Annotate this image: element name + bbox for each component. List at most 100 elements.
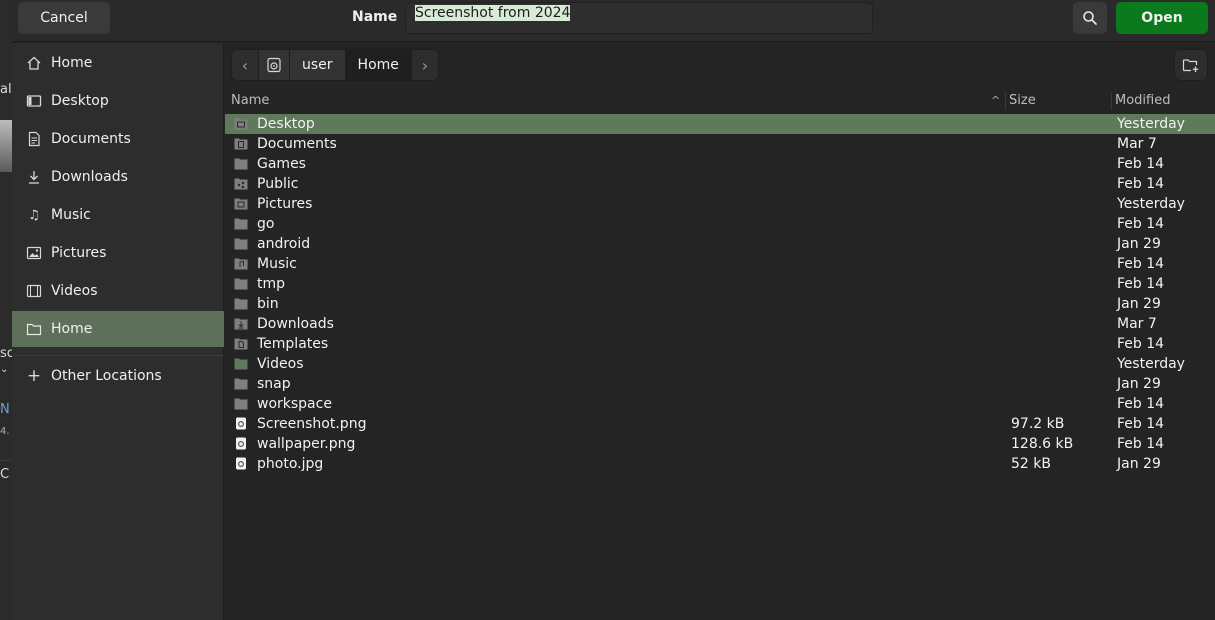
file-size: 128.6 kB xyxy=(1011,436,1074,452)
file-row[interactable]: Games Feb 14 xyxy=(225,154,1215,174)
search-icon xyxy=(1083,11,1097,25)
folder-icon xyxy=(234,238,248,250)
search-button[interactable] xyxy=(1073,2,1107,34)
file-name: Templates xyxy=(257,336,329,352)
sidebar-item-downloads[interactable]: Downloads xyxy=(12,159,224,195)
background-image xyxy=(0,120,12,172)
sidebar-item-label: Downloads xyxy=(51,169,128,185)
column-name[interactable]: Name xyxy=(231,90,269,112)
file-row[interactable]: Downloads Mar 7 xyxy=(225,314,1215,334)
cancel-button[interactable]: Cancel xyxy=(18,2,110,34)
pictures-icon xyxy=(26,245,42,261)
file-modified: Jan 29 xyxy=(1117,456,1161,472)
disk-icon xyxy=(267,57,281,73)
file-size: 97.2 kB xyxy=(1011,416,1065,432)
file-row[interactable]: tmp Feb 14 xyxy=(225,274,1215,294)
downloads-folder-icon xyxy=(234,318,248,330)
file-modified: Feb 14 xyxy=(1117,216,1165,232)
file-modified: Feb 14 xyxy=(1117,176,1165,192)
sidebar-item-pictures[interactable]: Pictures xyxy=(12,235,224,271)
file-row[interactable]: Templates Feb 14 xyxy=(225,334,1215,354)
sidebar-item-other-locations[interactable]: + Other Locations xyxy=(12,358,224,394)
file-modified: Feb 14 xyxy=(1117,336,1165,352)
open-button[interactable]: Open xyxy=(1116,2,1208,34)
file-name: android xyxy=(257,236,311,252)
sidebar-item-label: Other Locations xyxy=(51,368,162,384)
file-modified: Mar 7 xyxy=(1117,316,1157,332)
file-row[interactable]: Screenshot.png 97.2 kB Feb 14 xyxy=(225,414,1215,434)
file-row[interactable]: go Feb 14 xyxy=(225,214,1215,234)
file-row[interactable]: Desktop Yesterday xyxy=(225,114,1215,134)
file-row[interactable]: Music Feb 14 xyxy=(225,254,1215,274)
file-modified: Feb 14 xyxy=(1117,396,1165,412)
file-name: go xyxy=(257,216,275,232)
desktop-icon xyxy=(26,93,42,109)
sidebar-item-videos[interactable]: Videos xyxy=(12,273,224,309)
file-name: wallpaper.png xyxy=(257,436,356,452)
file-size: 52 kB xyxy=(1011,456,1051,472)
new-folder-button[interactable] xyxy=(1174,49,1208,81)
file-name: Games xyxy=(257,156,306,172)
file-modified: Feb 14 xyxy=(1117,156,1165,172)
sidebar-item-documents[interactable]: Documents xyxy=(12,121,224,157)
background-text: al xyxy=(0,82,12,97)
file-row[interactable]: android Jan 29 xyxy=(225,234,1215,254)
sidebar-item-music[interactable]: ♫ Music xyxy=(12,197,224,233)
file-list-header: Name ^ Size Modified xyxy=(225,90,1215,112)
downloads-icon xyxy=(26,169,42,185)
path-root-button[interactable] xyxy=(258,50,290,80)
folder-icon xyxy=(234,398,248,410)
home-icon xyxy=(26,55,42,71)
sidebar-item-desktop[interactable]: Desktop xyxy=(12,83,224,119)
sidebar-item-home[interactable]: Home xyxy=(12,45,224,81)
folder-icon xyxy=(234,378,248,390)
filename-label: Name xyxy=(352,9,398,25)
file-row[interactable]: Documents Mar 7 xyxy=(225,134,1215,154)
templates-folder-icon xyxy=(234,338,248,350)
file-modified: Jan 29 xyxy=(1117,296,1161,312)
sort-ascending-icon: ^ xyxy=(991,94,1001,107)
file-row[interactable]: Videos Yesterday xyxy=(225,354,1215,374)
sidebar-item-label: Music xyxy=(51,207,91,223)
file-modified: Jan 29 xyxy=(1117,376,1161,392)
folder-icon xyxy=(26,321,42,337)
file-modified: Yesterday xyxy=(1117,116,1185,132)
public-folder-icon xyxy=(234,178,248,190)
column-size[interactable]: Size xyxy=(1009,90,1036,112)
filename-value: Screenshot from 2024 xyxy=(415,5,571,21)
new-folder-icon xyxy=(1182,59,1199,72)
file-name: photo.jpg xyxy=(257,456,324,472)
sidebar-item-label: Pictures xyxy=(51,245,107,261)
path-crumb-current[interactable]: Home xyxy=(345,50,412,80)
file-row[interactable]: photo.jpg 52 kB Jan 29 xyxy=(225,454,1215,474)
filename-input[interactable]: Screenshot from 2024 xyxy=(405,2,873,34)
sidebar-item-label: Documents xyxy=(51,131,131,147)
file-row[interactable]: Public Feb 14 xyxy=(225,174,1215,194)
background-text: C xyxy=(0,467,10,482)
file-row[interactable]: Pictures Yesterday xyxy=(225,194,1215,214)
path-bar: ‹ user Home › xyxy=(231,49,439,81)
sidebar-item-home-folder[interactable]: Home xyxy=(12,311,224,347)
file-modified: Yesterday xyxy=(1117,196,1185,212)
file-row[interactable]: workspace Feb 14 xyxy=(225,394,1215,414)
folder-icon xyxy=(234,158,248,170)
forward-button[interactable]: › xyxy=(412,50,438,80)
background-text: N xyxy=(0,402,10,417)
chevron-left-icon: ‹ xyxy=(241,55,249,75)
file-row[interactable]: snap Jan 29 xyxy=(225,374,1215,394)
file-name: Pictures xyxy=(257,196,313,212)
file-name: Videos xyxy=(257,356,304,372)
back-button[interactable]: ‹ xyxy=(232,50,258,80)
column-divider xyxy=(1005,92,1006,110)
file-row[interactable]: bin Jan 29 xyxy=(225,294,1215,314)
file-name: workspace xyxy=(257,396,332,412)
path-crumb[interactable]: user xyxy=(290,50,346,80)
videos-folder-icon xyxy=(234,358,248,370)
file-name: Music xyxy=(257,256,297,272)
column-divider xyxy=(1111,92,1112,110)
sidebar-item-label: Home xyxy=(51,321,93,337)
column-modified[interactable]: Modified xyxy=(1115,90,1170,112)
file-row[interactable]: wallpaper.png 128.6 kB Feb 14 xyxy=(225,434,1215,454)
file-modified: Jan 29 xyxy=(1117,236,1161,252)
sidebar-divider xyxy=(12,355,224,356)
